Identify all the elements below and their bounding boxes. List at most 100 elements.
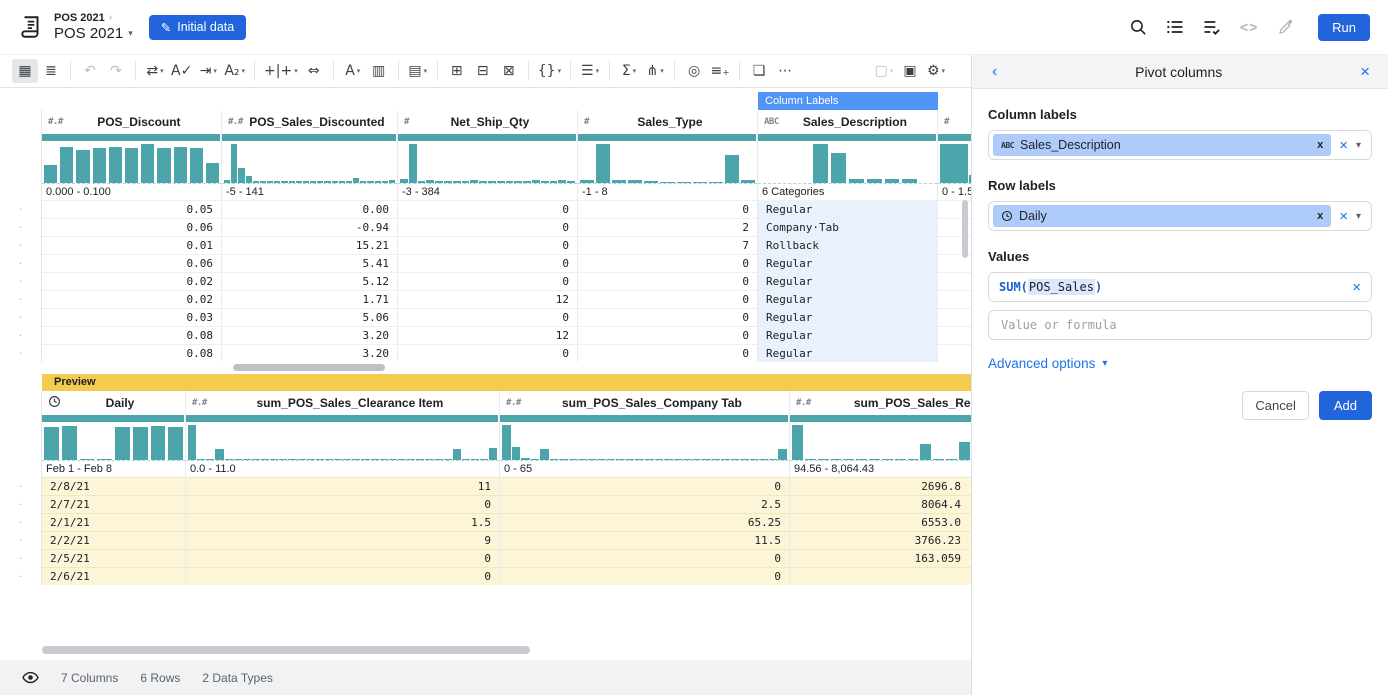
histogram-bar[interactable] (400, 179, 408, 183)
histogram-bar[interactable] (521, 458, 530, 460)
histogram-bar[interactable] (188, 425, 196, 460)
column-header[interactable]: #.#sum_POS_Sales_Regular (790, 391, 971, 415)
histogram-bar[interactable] (407, 459, 415, 460)
histogram-bar[interactable] (382, 181, 388, 183)
histogram-bar[interactable] (453, 449, 461, 460)
histogram-bar[interactable] (895, 459, 906, 460)
histogram-bar[interactable] (709, 182, 723, 183)
histogram-bar[interactable] (274, 181, 280, 183)
histogram-bar[interactable] (157, 148, 170, 183)
cell[interactable]: Regular (758, 290, 937, 308)
column-histogram[interactable] (758, 142, 937, 184)
histogram-bar[interactable] (578, 459, 587, 460)
clear-field-icon[interactable]: × (1339, 138, 1348, 153)
cell[interactable]: -0.94 (222, 218, 397, 236)
page-title[interactable]: POS 2021 (54, 26, 123, 43)
histogram-bar[interactable] (44, 427, 59, 460)
cell[interactable]: 5.06 (222, 308, 397, 326)
column-header[interactable]: # (938, 110, 971, 134)
cell[interactable]: 0 (578, 326, 757, 344)
cell[interactable]: 0.02 (42, 272, 221, 290)
histogram-bar[interactable] (843, 459, 854, 460)
cell[interactable] (938, 308, 971, 326)
data-quality-bar[interactable] (398, 134, 576, 141)
row-marker[interactable]: · (0, 495, 41, 513)
cell[interactable]: 0 (398, 344, 577, 362)
histogram-bar[interactable] (869, 459, 880, 460)
histogram-bar[interactable] (702, 459, 711, 460)
histogram-bar[interactable] (371, 459, 379, 460)
grid-view-icon[interactable]: ▦ (12, 59, 38, 83)
histogram-bar[interactable] (62, 426, 77, 460)
data-quality-bar[interactable] (222, 134, 396, 141)
h-scrollbar[interactable] (233, 364, 385, 371)
histogram-bar[interactable] (818, 459, 829, 460)
histogram-bar[interactable] (281, 181, 287, 183)
column-histogram[interactable] (42, 142, 221, 184)
histogram-bar[interactable] (444, 181, 452, 183)
histogram-bar[interactable] (559, 459, 568, 460)
column-header[interactable]: Daily (42, 391, 185, 415)
data-quality-bar[interactable] (186, 415, 498, 422)
histogram-bar[interactable] (479, 181, 487, 183)
column-histogram[interactable] (790, 423, 971, 461)
cell[interactable]: 0 (578, 290, 757, 308)
histogram-bar[interactable] (867, 179, 882, 183)
clear-field-icon[interactable]: × (1339, 209, 1348, 224)
cell[interactable]: 0 (398, 272, 577, 290)
histogram-bar[interactable] (279, 459, 287, 460)
histogram-bar[interactable] (339, 181, 345, 183)
histogram-bar[interactable] (506, 181, 514, 183)
row-marker[interactable]: · (0, 477, 41, 495)
histogram-bar[interactable] (346, 181, 352, 183)
histogram-bar[interactable] (946, 459, 957, 460)
row-marker[interactable]: · (0, 567, 41, 585)
histogram-bar[interactable] (343, 459, 351, 460)
histogram-bar[interactable] (550, 181, 558, 183)
unpivot-columns-icon[interactable]: ⊟ (470, 59, 496, 83)
histogram-bar[interactable] (550, 459, 559, 460)
recipe-steps-icon[interactable] (1164, 16, 1186, 38)
histogram-bar[interactable] (234, 459, 242, 460)
histogram-bar[interactable] (969, 175, 971, 183)
functions-icon[interactable]: {}▾ (535, 59, 564, 83)
column-labels-field[interactable]: ABC Sales_Description x × ▾ (988, 130, 1372, 160)
histogram-bar[interactable] (97, 459, 112, 460)
cell[interactable]: Company·Tab (758, 218, 937, 236)
cell[interactable]: Regular (758, 308, 937, 326)
histogram-bar[interactable] (253, 181, 259, 183)
cell[interactable]: 0.03 (42, 308, 221, 326)
histogram-bar[interactable] (512, 447, 521, 460)
histogram-bar[interactable] (683, 459, 692, 460)
data-quality-bar[interactable] (790, 415, 971, 422)
comment-icon[interactable]: ❏ (746, 59, 772, 83)
cell[interactable]: 0.06 (42, 218, 221, 236)
column-header[interactable]: #.#POS_Sales_Discounted (222, 110, 397, 134)
histogram-bar[interactable] (296, 181, 302, 183)
histogram-bar[interactable] (303, 181, 309, 183)
histogram-bar[interactable] (418, 181, 426, 183)
histogram-bar[interactable] (523, 181, 531, 183)
histogram-bar[interactable] (849, 179, 864, 183)
histogram-bar[interactable] (93, 148, 106, 183)
histogram-bar[interactable] (289, 181, 295, 183)
histogram-bar[interactable] (426, 180, 434, 183)
histogram-bar[interactable] (635, 459, 644, 460)
cell[interactable]: 2 (578, 218, 757, 236)
row-marker[interactable]: · (0, 200, 41, 218)
histogram-bar[interactable] (389, 180, 395, 183)
histogram-bar[interactable] (959, 442, 970, 460)
split-column-icon[interactable]: +|+▾ (261, 59, 301, 83)
histogram-bar[interactable] (307, 459, 315, 460)
histogram-bar[interactable] (882, 459, 893, 460)
cell[interactable]: 5.12 (222, 272, 397, 290)
histogram-bar[interactable] (317, 181, 323, 183)
cell[interactable]: Rollback (758, 236, 937, 254)
column-histogram[interactable] (42, 423, 185, 461)
cell[interactable]: 0 (578, 272, 757, 290)
histogram-bar[interactable] (174, 147, 187, 183)
histogram-bar[interactable] (616, 459, 625, 460)
histogram-bar[interactable] (612, 180, 626, 183)
histogram-bar[interactable] (677, 182, 691, 183)
histogram-bar[interactable] (588, 459, 597, 460)
